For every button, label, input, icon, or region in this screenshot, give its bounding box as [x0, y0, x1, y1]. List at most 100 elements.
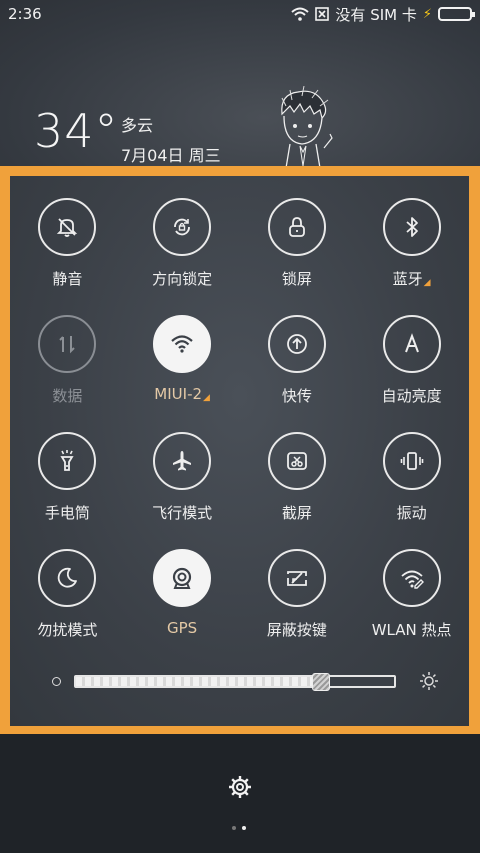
toggle-label-text: 振动: [396, 504, 427, 522]
wifi-icon: [171, 335, 193, 353]
brightness-high-icon: [420, 672, 438, 690]
rotation-lock-icon: [174, 218, 191, 236]
toggle-label-text: 方向锁定: [152, 270, 213, 288]
toggle-button[interactable]: [267, 315, 326, 373]
temperature: 34°: [34, 104, 119, 158]
toggle-label-text: 快传: [281, 387, 312, 405]
toggle-label-text: 屏蔽按键: [266, 621, 327, 639]
toggle-grid: 静音 方向锁定 锁屏 蓝牙◢ 数据 MIUI-2◢ 快传 自动亮度 手电筒 飞行模式 截屏 振动 勿扰模…: [10, 198, 469, 640]
chalk-boy-illustration: [281, 86, 333, 168]
moon-icon: [58, 567, 78, 588]
toggle-button[interactable]: [267, 432, 326, 490]
toggle-button[interactable]: [382, 315, 441, 373]
brightness-thumb[interactable]: [311, 673, 330, 691]
auto-brightness-icon: [404, 333, 419, 353]
toggle-label: 振动: [397, 502, 427, 523]
toggle-label-text: 飞行模式: [152, 504, 213, 522]
weather-date: 7月04日 周三: [121, 146, 221, 165]
toggle-label-text: 静音: [52, 270, 83, 288]
toggle-rotation-lock[interactable]: 方向锁定: [125, 198, 240, 289]
toggle-button[interactable]: [267, 198, 326, 256]
toggle-mobile-data[interactable]: 数据: [10, 315, 125, 406]
page-indicator: [232, 826, 246, 830]
toggle-button[interactable]: [153, 549, 212, 607]
toggle-label-text: 数据: [52, 387, 83, 405]
toggle-block-keys[interactable]: 屏蔽按键: [240, 549, 355, 640]
brightness-low-icon: [52, 677, 61, 686]
toggle-label: 手电筒: [45, 502, 90, 523]
page-dot: [242, 826, 246, 830]
screenshot-icon: [286, 452, 307, 470]
toggle-upload[interactable]: 快传: [240, 315, 355, 406]
carrier-text: 没有 SIM 卡: [335, 5, 417, 24]
toggle-label-text: 截屏: [281, 504, 312, 522]
toggle-label: 截屏: [282, 502, 312, 523]
bluetooth-icon: [406, 217, 418, 237]
toggle-label: 飞行模式: [152, 502, 212, 523]
toggle-vibrate[interactable]: 振动: [354, 432, 469, 523]
toggle-label: WLAN 热点: [372, 619, 452, 640]
gear-icon[interactable]: [228, 775, 252, 799]
toggle-wifi[interactable]: MIUI-2◢: [125, 315, 240, 406]
flashlight-icon: [60, 450, 74, 471]
toggle-button[interactable]: [153, 198, 212, 256]
weather-info: 多云 7月04日 周三: [121, 112, 221, 166]
hotspot-icon: [401, 570, 424, 589]
brightness-track[interactable]: [74, 673, 396, 691]
weather-condition: 多云: [121, 116, 154, 135]
toggle-label: 锁屏: [282, 268, 312, 289]
toggle-label: MIUI-2◢: [154, 385, 210, 403]
toggle-label: 方向锁定: [152, 268, 212, 289]
toggle-button[interactable]: [382, 432, 441, 490]
toggle-gps[interactable]: GPS: [125, 549, 240, 640]
brightness-track-empty: [320, 677, 394, 686]
toggle-screenshot[interactable]: 截屏: [240, 432, 355, 523]
status-time: 2:36: [8, 5, 42, 23]
toggle-label-text: 自动亮度: [381, 387, 442, 405]
block-keys-icon: [286, 571, 307, 586]
toggle-moon[interactable]: 勿扰模式: [10, 549, 125, 640]
no-sim-icon: [315, 7, 330, 21]
toggle-button[interactable]: [38, 198, 97, 256]
toggle-label-text: 锁屏: [281, 270, 312, 288]
toggle-button[interactable]: [38, 315, 97, 373]
toggle-label: 静音: [52, 268, 82, 289]
bottom-bar: [0, 734, 480, 853]
lock-icon: [288, 217, 305, 237]
toggle-label-text: 手电筒: [44, 504, 90, 522]
toggle-label: 蓝牙◢: [393, 268, 431, 289]
expand-indicator-icon: ◢: [423, 278, 431, 288]
toggle-label-text: WLAN 热点: [371, 621, 452, 639]
toggle-label-text: 蓝牙: [392, 270, 423, 288]
status-bar: 2:36 没有 SIM 卡 ⚡: [0, 0, 480, 28]
mobile-data-icon: [59, 336, 76, 354]
toggle-flashlight[interactable]: 手电筒: [10, 432, 125, 523]
chalkboard: 静音 方向锁定 锁屏 蓝牙◢ 数据 MIUI-2◢ 快传 自动亮度 手电筒 飞行模式 截屏 振动 勿扰模…: [10, 176, 469, 726]
bell-off-icon: [57, 218, 78, 237]
toggle-bell-off[interactable]: 静音: [10, 198, 125, 289]
toggle-hotspot[interactable]: WLAN 热点: [354, 549, 469, 640]
toggle-auto-brightness[interactable]: 自动亮度: [354, 315, 469, 406]
toggle-button[interactable]: [382, 549, 441, 607]
toggle-button[interactable]: [153, 315, 212, 373]
upload-icon: [286, 334, 307, 354]
brightness-slider[interactable]: [48, 670, 438, 694]
toggle-button[interactable]: [153, 432, 212, 490]
toggle-button[interactable]: [38, 549, 97, 607]
airplane-icon: [173, 451, 192, 471]
expand-indicator-icon: ◢: [203, 393, 210, 403]
header-area: 2:36 没有 SIM 卡 ⚡ 34° 多云 7月04日 周三: [0, 0, 480, 168]
toggle-label-text: GPS: [167, 619, 198, 637]
toggle-bluetooth[interactable]: 蓝牙◢: [354, 198, 469, 289]
toggle-label: 勿扰模式: [37, 619, 97, 640]
toggle-button[interactable]: [38, 432, 97, 490]
toggle-airplane[interactable]: 飞行模式: [125, 432, 240, 523]
toggle-label-text: MIUI-2: [154, 385, 203, 403]
vibrate-icon: [400, 452, 423, 470]
toggle-label-text: 勿扰模式: [37, 621, 98, 639]
toggle-button[interactable]: [382, 198, 441, 256]
toggle-button[interactable]: [267, 549, 326, 607]
toggle-lock[interactable]: 锁屏: [240, 198, 355, 289]
toggle-label: 快传: [282, 385, 312, 406]
gps-icon: [173, 567, 192, 589]
